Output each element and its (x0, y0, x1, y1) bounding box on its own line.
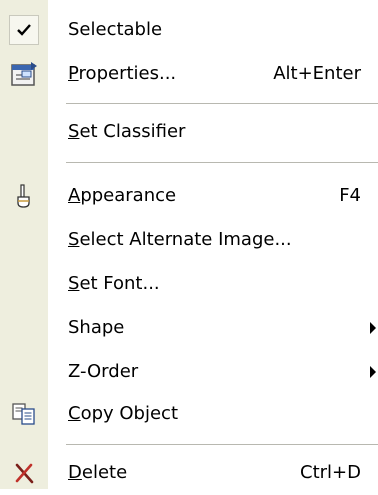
delete-x-icon (15, 463, 34, 484)
menu-item-appearance[interactable]: Appearance F4 (0, 174, 378, 218)
menu-separator (66, 444, 378, 445)
menu-item-properties[interactable]: Properties... Alt+Enter (0, 52, 378, 96)
shortcut-label: Alt+Enter (273, 63, 361, 84)
menu-item-shape[interactable]: Shape (0, 306, 378, 350)
menu-item-z-order[interactable]: Z-Order (0, 350, 378, 394)
menu-item-label: Set Font... (68, 273, 160, 294)
menu-separator (66, 103, 378, 104)
shortcut-label: F4 (339, 185, 361, 206)
paint-brush-icon (17, 184, 30, 208)
menu-item-label: Delete (68, 462, 128, 483)
menu-item-copy-object[interactable]: Copy Object (0, 392, 378, 436)
checkmark-icon (9, 15, 39, 45)
context-menu: Selectable Properties... Alt+Enter Set C… (0, 0, 378, 489)
menu-item-delete[interactable]: Delete Ctrl+D (0, 451, 378, 495)
menu-item-label: Selectable (68, 19, 163, 40)
menu-item-label: Copy Object (68, 403, 179, 424)
menu-item-label: Shape (68, 317, 125, 338)
submenu-arrow-icon (370, 366, 376, 378)
menu-separator (66, 162, 378, 163)
submenu-arrow-icon (370, 322, 376, 334)
menu-item-set-font[interactable]: Set Font... (0, 262, 378, 306)
menu-item-label: Appearance (68, 185, 177, 206)
shortcut-label: Ctrl+D (300, 462, 361, 483)
menu-item-set-classifier[interactable]: Set Classifier (0, 110, 378, 154)
menu-item-label: Select Alternate Image... (68, 229, 292, 250)
menu-item-label: Set Classifier (68, 121, 186, 142)
properties-icon (11, 62, 37, 86)
menu-item-select-alternate-image[interactable]: Select Alternate Image... (0, 218, 378, 262)
menu-item-selectable[interactable]: Selectable (0, 8, 378, 52)
menu-item-label: Properties... (68, 63, 177, 84)
copy-icon (12, 403, 35, 425)
menu-item-label: Z-Order (68, 361, 139, 382)
